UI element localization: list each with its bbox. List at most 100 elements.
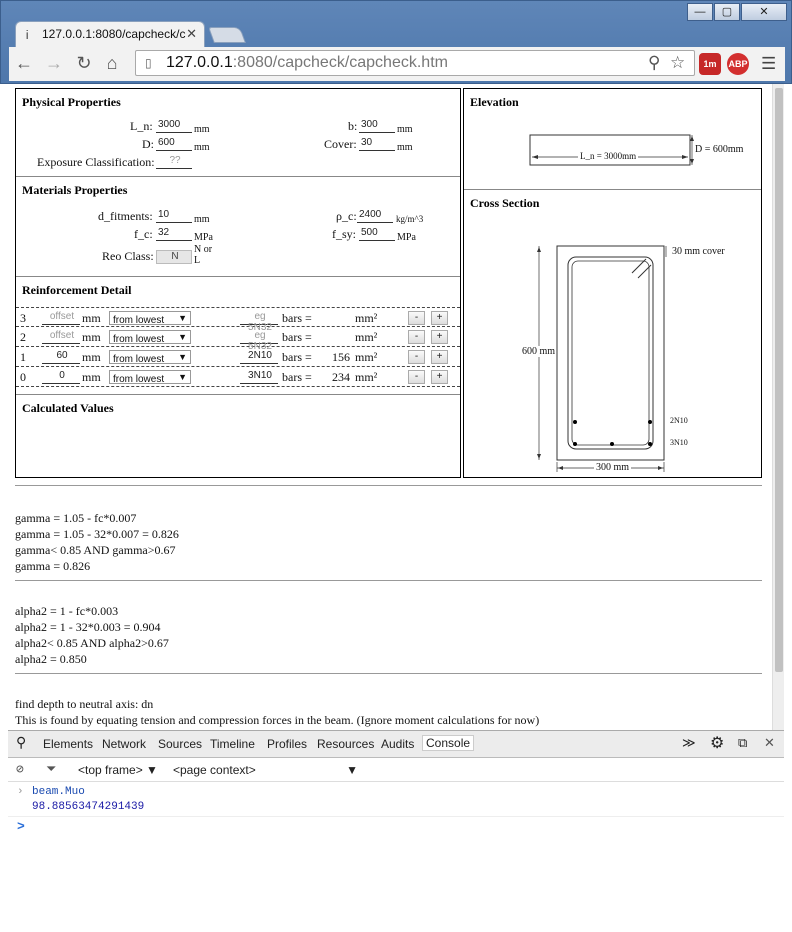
add-row-button[interactable]: + — [431, 350, 448, 364]
rho-input[interactable]: 2400 — [357, 209, 393, 223]
ln-label: L_n: — [130, 119, 153, 133]
offset-input[interactable]: offset — [42, 311, 80, 325]
console-result: 98.88563474291439 — [32, 801, 145, 813]
page-favicon-icon: Ꭵ — [26, 28, 29, 42]
dfit-label: d_fitments: — [98, 209, 153, 223]
materials-properties-section: Materials Properties d_fitments: 10 mm ρ… — [16, 183, 460, 277]
area-unit: mm² — [355, 350, 378, 364]
gear-icon[interactable]: ⚙ — [710, 733, 724, 753]
tab-resources[interactable]: Resources — [317, 737, 374, 751]
browser-chrome: Ꭵ 127.0.0.1:8080/capcheck/c ✕ — ▢ ✕ ← → … — [0, 0, 792, 84]
rebar-dot — [648, 442, 652, 446]
add-row-button[interactable]: + — [431, 311, 448, 325]
context-select[interactable]: <page context> ▼ — [173, 763, 358, 777]
rebar-dot — [573, 420, 577, 424]
tab-title: 127.0.0.1:8080/capcheck/c — [42, 27, 186, 41]
url-path: :8080/capcheck/capcheck.htm — [232, 54, 448, 71]
page-scrollbar[interactable] — [772, 84, 784, 730]
home-icon[interactable]: ⌂ — [101, 53, 123, 74]
d-input[interactable]: 600 — [156, 137, 192, 151]
row-index: 1 — [20, 350, 26, 364]
tab-audits[interactable]: Audits — [381, 737, 414, 751]
remove-row-button[interactable]: - — [408, 330, 425, 344]
dfit-input[interactable]: 10 — [156, 209, 192, 223]
clear-console-icon[interactable]: ⊘ — [16, 762, 24, 777]
bookmark-star-icon[interactable]: ☆ — [670, 53, 685, 73]
mode-select[interactable]: from lowest ▼ — [109, 330, 191, 345]
dock-icon[interactable]: ⧉ — [738, 735, 747, 751]
exposure-label: Exposure Classification: — [37, 155, 155, 169]
d-unit: mm — [194, 142, 210, 153]
inspect-search-icon[interactable]: ⚲ — [16, 734, 26, 751]
offset-input[interactable]: offset — [42, 330, 80, 344]
offset-input[interactable]: 0 — [42, 370, 80, 384]
scrollbar-thumb[interactable] — [775, 88, 783, 672]
remove-row-button[interactable]: - — [408, 370, 425, 384]
remove-row-button[interactable]: - — [408, 311, 425, 325]
physical-properties-section: Physical Properties L_n: 3000 mm b: 300 … — [16, 95, 460, 177]
chevron-down-icon: ▼ — [178, 332, 187, 342]
timer-extension-icon[interactable]: 1m — [699, 53, 721, 75]
back-arrow-icon[interactable]: ← — [13, 53, 35, 74]
drawer-toggle-icon[interactable]: ≫ — [682, 735, 696, 751]
b-input[interactable]: 300 — [359, 119, 395, 133]
mode-select[interactable]: from lowest ▼ — [109, 350, 191, 365]
bars-input[interactable]: 3N10 — [240, 370, 278, 384]
bars-input[interactable]: 2N10 — [240, 350, 278, 364]
devtools-tabbar: ⚲ Elements Network Sources Timeline Prof… — [8, 731, 784, 758]
tab-timeline[interactable]: Timeline — [210, 737, 255, 751]
gamma-line: gamma< 0.85 AND gamma>0.67 — [15, 543, 176, 557]
alpha-line: alpha2 = 1 - fc*0.003 — [15, 604, 119, 618]
tab-console[interactable]: Console — [422, 735, 475, 751]
remove-row-button[interactable]: - — [408, 350, 425, 364]
cover-input[interactable]: 30 — [359, 137, 395, 151]
tab-profiles[interactable]: Profiles — [267, 737, 307, 751]
calculation-output: gamma = 1.05 - fc*0.007 gamma = 1.05 - 3… — [15, 485, 762, 728]
filter-icon[interactable]: ⏷ — [46, 762, 56, 777]
minimize-button[interactable]: — — [687, 3, 713, 21]
tab-elements[interactable]: Elements — [43, 737, 93, 751]
tab-close-icon[interactable]: ✕ — [186, 26, 197, 42]
alpha-line: alpha2< 0.85 AND alpha2>0.67 — [15, 636, 169, 650]
bars-eq-label: bars = — [282, 350, 312, 364]
forward-arrow-icon[interactable]: → — [43, 53, 65, 74]
add-row-button[interactable]: + — [431, 330, 448, 344]
search-icon[interactable]: ⚲ — [648, 53, 660, 73]
mode-select[interactable]: from lowest ▼ — [109, 311, 191, 326]
reload-icon[interactable]: ↻ — [73, 53, 95, 74]
console-prompt[interactable]: > — [17, 819, 25, 834]
fsy-input[interactable]: 500 — [359, 227, 395, 241]
frame-select[interactable]: <top frame> ▼ — [78, 763, 158, 777]
maximize-button[interactable]: ▢ — [714, 3, 740, 21]
fsy-unit: MPa — [397, 232, 416, 243]
bars-eq-label: bars = — [282, 330, 312, 344]
top-bars-label: 2N10 — [670, 416, 688, 425]
alpha-line: alpha2 = 0.850 — [15, 652, 87, 666]
fc-input[interactable]: 32 — [156, 227, 192, 241]
width-label: 300 mm — [594, 462, 632, 473]
reinforcement-row: 0 0 mm from lowest ▼ 3N10 bars = 234 mm² - + — [16, 367, 460, 387]
offset-input[interactable]: 60 — [42, 350, 80, 364]
exposure-input[interactable]: ?? — [156, 155, 192, 169]
tab-sources[interactable]: Sources — [158, 737, 202, 751]
menu-icon[interactable]: ☰ — [761, 54, 776, 74]
address-bar[interactable]: ▯ 127.0.0.1:8080/capcheck/capcheck.htm ⚲… — [135, 50, 695, 76]
fitment-inner — [571, 260, 650, 446]
reo-input[interactable]: N — [156, 250, 192, 264]
page-viewport: Physical Properties L_n: 3000 mm b: 300 … — [8, 84, 772, 730]
console-command: beam.Muo — [32, 786, 85, 798]
depth-label: D = 600mm — [695, 144, 744, 155]
browser-tab[interactable]: Ꭵ 127.0.0.1:8080/capcheck/c ✕ — [15, 21, 205, 47]
ln-input[interactable]: 3000 — [156, 119, 192, 133]
bars-input[interactable]: eg 5N32 — [240, 330, 278, 352]
close-window-button[interactable]: ✕ — [741, 3, 787, 21]
section-title: Physical Properties — [22, 95, 121, 109]
tab-network[interactable]: Network — [102, 737, 146, 751]
mode-select[interactable]: from lowest ▼ — [109, 370, 191, 385]
ln-unit: mm — [194, 124, 210, 135]
adblock-icon[interactable]: ABP — [727, 53, 749, 75]
close-devtools-icon[interactable]: ✕ — [764, 735, 775, 751]
new-tab-button[interactable] — [208, 27, 246, 43]
bars-input[interactable]: eg 5N32 — [240, 311, 278, 333]
add-row-button[interactable]: + — [431, 370, 448, 384]
